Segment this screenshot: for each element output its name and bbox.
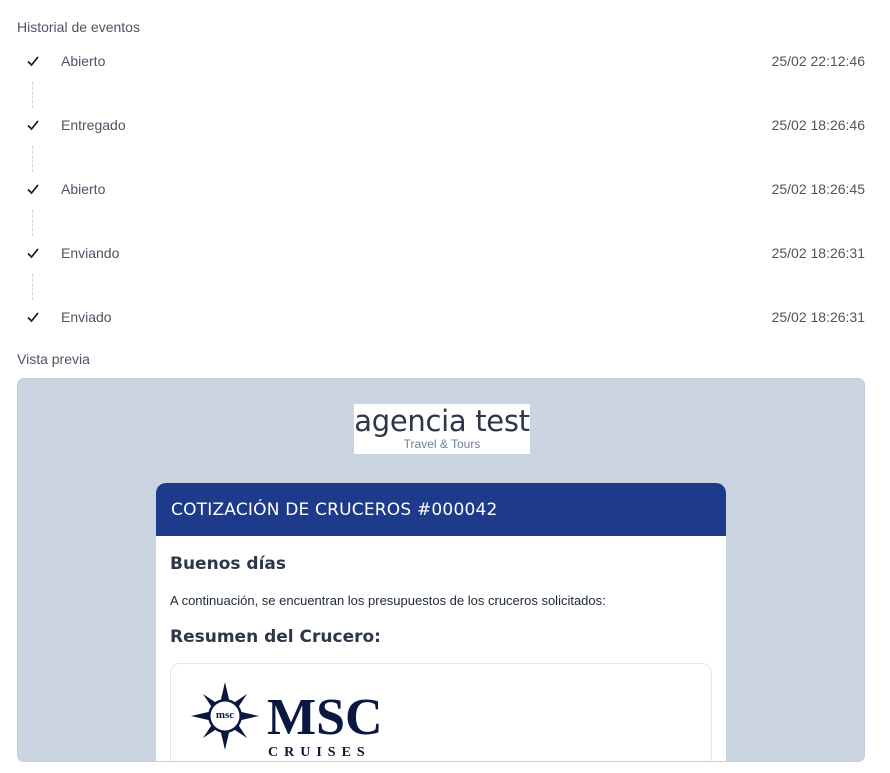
check-icon [25, 309, 41, 325]
email-intro: A continuación, se encuentran los presup… [170, 593, 606, 608]
agency-logo: agencia test Travel & Tours [354, 404, 530, 454]
event-status: Enviado [61, 309, 112, 325]
msc-emblem-text: msc [216, 709, 234, 721]
event-time: 25/02 18:26:31 [771, 245, 865, 261]
timeline-event: Entregado 25/02 18:26:46 [0, 108, 890, 142]
check-icon [25, 181, 41, 197]
timeline-connector [32, 82, 33, 108]
agency-name: agencia test [354, 404, 530, 438]
event-status: Enviando [61, 245, 120, 261]
timeline-connector [32, 274, 33, 300]
msc-brand-text: MSC [267, 689, 383, 746]
timeline-event: Enviado 25/02 18:26:31 [0, 300, 890, 334]
preview-section-label: Vista previa [17, 351, 90, 367]
history-section-label: Historial de eventos [17, 19, 140, 35]
check-icon [25, 245, 41, 261]
timeline-event: Abierto 25/02 22:12:46 [0, 44, 890, 78]
timeline-connector [32, 210, 33, 236]
email-preview[interactable]: agencia test Travel & Tours COTIZACIÓN D… [17, 378, 865, 762]
email-header: COTIZACIÓN DE CRUCEROS #000042 [156, 483, 726, 536]
timeline-connector [32, 146, 33, 172]
event-status: Entregado [61, 117, 126, 133]
event-time: 25/02 18:26:45 [771, 181, 865, 197]
msc-sub-text: CRUISES [268, 745, 371, 760]
event-status: Abierto [61, 53, 106, 69]
check-icon [25, 53, 41, 69]
agency-tagline: Travel & Tours [403, 437, 481, 451]
event-status: Abierto [61, 181, 106, 197]
email-card: COTIZACIÓN DE CRUCEROS #000042 Buenos dí… [156, 483, 726, 761]
timeline-event: Abierto 25/02 18:26:45 [0, 172, 890, 206]
event-time: 25/02 22:12:46 [771, 53, 865, 69]
check-icon [25, 117, 41, 133]
timeline-event: Enviando 25/02 18:26:31 [0, 236, 890, 270]
event-time: 25/02 18:26:31 [771, 309, 865, 325]
email-greeting: Buenos días [170, 554, 286, 574]
msc-cruises-logo-icon: msc MSC CRUISES [191, 682, 383, 760]
event-time: 25/02 18:26:46 [771, 117, 865, 133]
cruise-summary-title: Resumen del Crucero: [170, 627, 381, 647]
email-body: Buenos días A continuación, se encuentra… [156, 554, 726, 647]
cruise-summary-card: msc MSC CRUISES [170, 663, 712, 761]
